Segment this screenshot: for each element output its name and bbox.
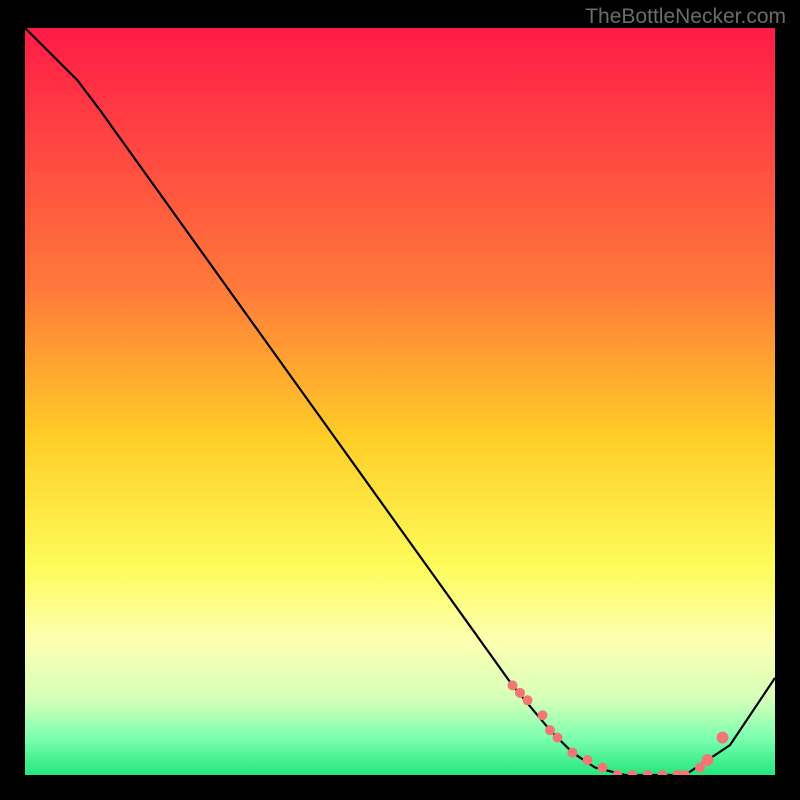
data-marker [515,688,525,698]
data-marker [545,725,555,735]
data-marker [523,695,533,705]
chart-frame: TheBottleNecker.com [0,0,800,800]
data-marker [702,754,714,766]
chart-svg [25,28,775,775]
data-marker [553,733,563,743]
data-marker [508,680,518,690]
data-marker [538,710,548,720]
watermark-text: TheBottleNecker.com [585,5,786,29]
data-marker [598,763,608,773]
plot-area [25,28,775,775]
data-marker [583,755,593,765]
data-marker [717,732,729,744]
gradient-background [25,28,775,775]
data-marker [568,748,578,758]
